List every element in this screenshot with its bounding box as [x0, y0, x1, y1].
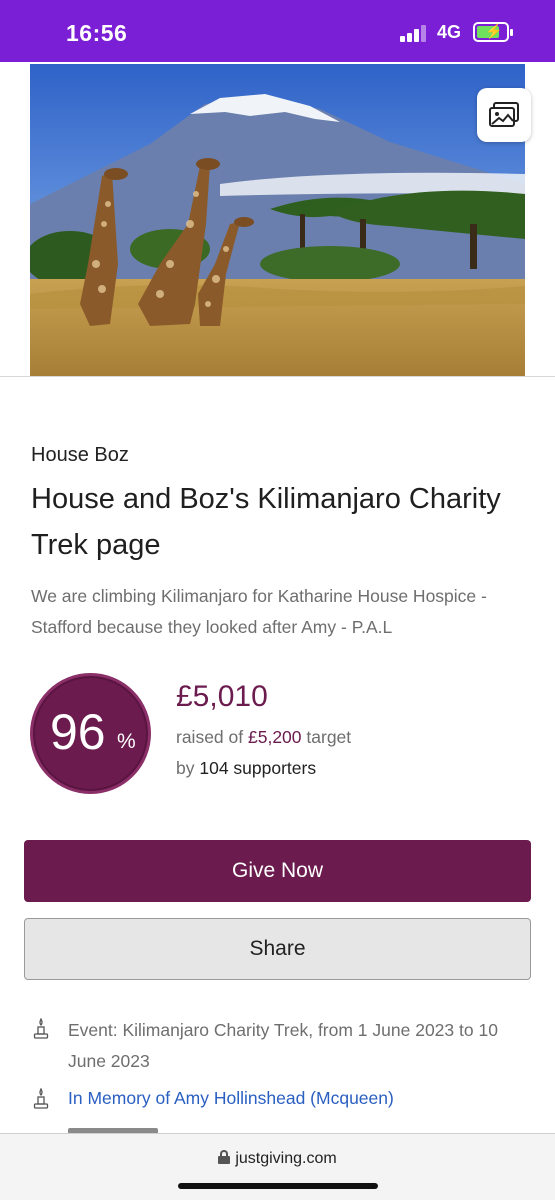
- status-bar: 16:56 4G ⚡: [0, 0, 555, 62]
- battery-icon: ⚡: [473, 22, 513, 42]
- page-title: House and Boz's Kilimanjaro Charity Trek…: [31, 483, 501, 561]
- progress-percent-unit: %: [117, 730, 136, 753]
- by-label: by: [176, 758, 195, 778]
- supporters-line: by 104 supporters: [176, 758, 316, 779]
- browser-url-bar[interactable]: justgiving.com: [0, 1133, 555, 1200]
- share-button[interactable]: Share: [24, 918, 531, 980]
- progress-percent: 96: [50, 704, 106, 760]
- target-label: target: [306, 727, 352, 747]
- in-memory-link[interactable]: In Memory of Amy Hollinshead (Mcqueen): [68, 1085, 394, 1111]
- divider: [0, 376, 555, 377]
- page-description: We are climbing Kilimanjaro for Katharin…: [31, 586, 487, 637]
- network-label: 4G: [437, 22, 462, 42]
- amount-raised: £5,010: [176, 680, 268, 713]
- lock-icon: [218, 1150, 231, 1164]
- image-gallery-button[interactable]: [477, 88, 531, 142]
- give-now-button[interactable]: Give Now: [24, 840, 531, 902]
- home-indicator[interactable]: [178, 1183, 378, 1189]
- signal-icon: [400, 24, 430, 42]
- target-amount: £5,200: [248, 727, 302, 747]
- status-time: 16:56: [66, 20, 128, 46]
- target-line: raised of £5,200 target: [176, 727, 351, 748]
- url-display[interactable]: justgiving.com: [0, 1150, 555, 1168]
- candle-icon: [33, 1018, 49, 1039]
- url-text: justgiving.com: [235, 1150, 337, 1167]
- candle-icon: [33, 1088, 49, 1109]
- image-gallery-icon: [489, 102, 519, 127]
- raised-of-label: raised of: [176, 727, 244, 747]
- page-owner: House Boz: [31, 444, 129, 466]
- event-details: Event: Kilimanjaro Charity Trek, from 1 …: [68, 1020, 498, 1071]
- hero-image: [30, 64, 525, 376]
- supporters-count: 104 supporters: [199, 758, 317, 778]
- progress-circle: 96 %: [30, 673, 151, 794]
